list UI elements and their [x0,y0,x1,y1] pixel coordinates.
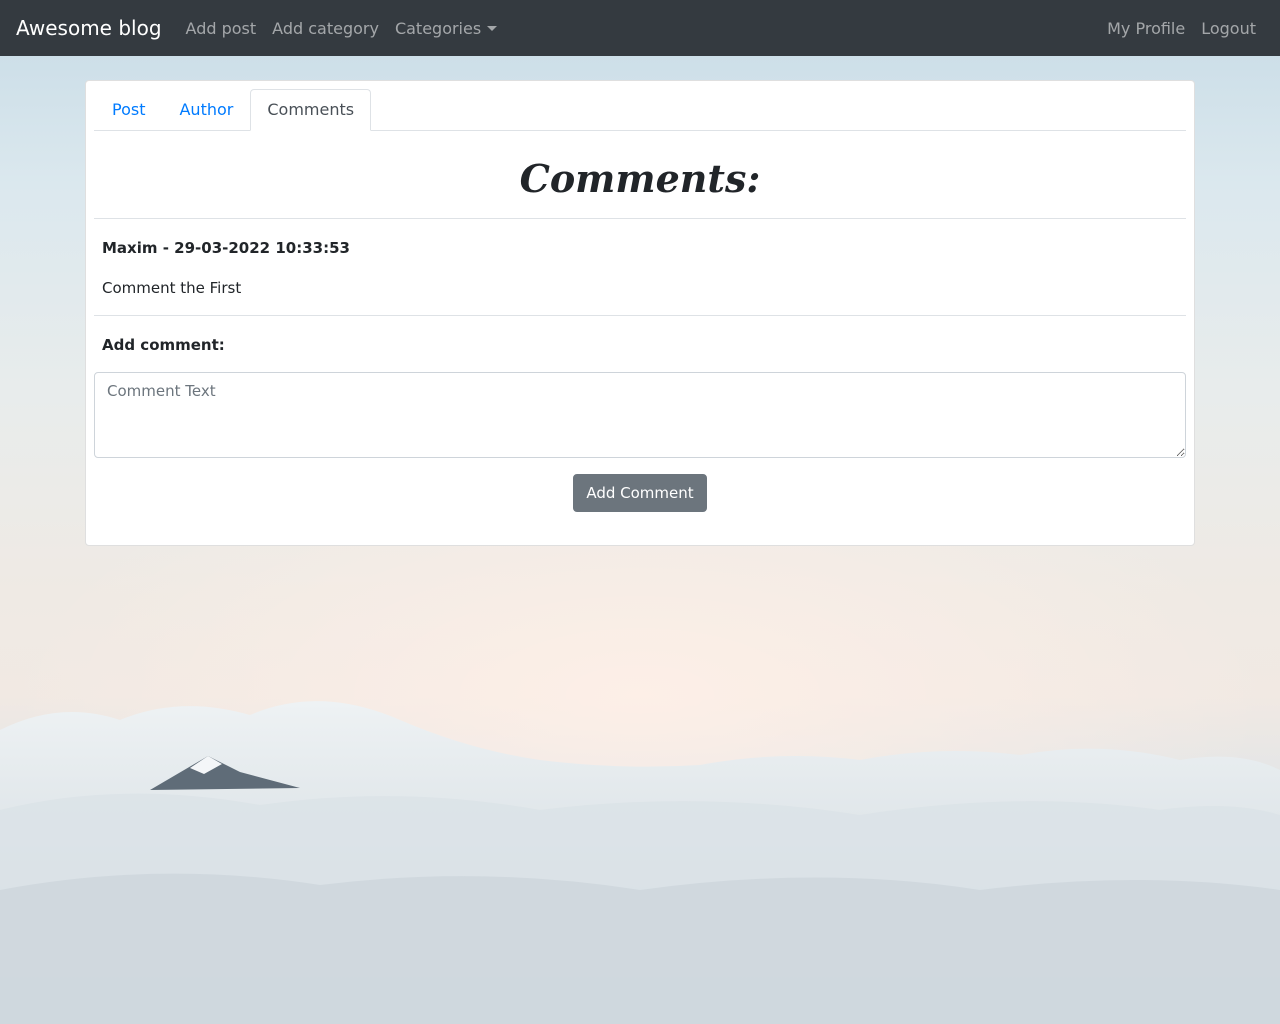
nav-add-category[interactable]: Add category [264,11,387,46]
add-comment-button[interactable]: Add Comment [573,474,707,512]
nav-add-post[interactable]: Add post [178,11,265,46]
background-clouds [0,701,1280,1024]
nav-categories-label: Categories [394,18,482,38]
add-comment-label: Add comment: [102,336,225,354]
tab-author[interactable]: Author [162,89,250,131]
comment-item: Maxim - 29-03-2022 10:33:53 Comment the … [94,219,1186,316]
nav-categories-dropdown[interactable]: Categories [387,11,505,46]
caret-down-icon [487,25,498,31]
comment-text: Comment the First [102,279,242,297]
tab-post[interactable]: Post [95,89,162,131]
button-row: Add Comment [94,474,1186,512]
comment-author-date: Maxim - 29-03-2022 10:33:53 [102,239,350,257]
post-card: Post Author Comments Comments: Maxim - 2… [85,80,1195,546]
comment-text-input[interactable] [94,372,1186,458]
brand-link[interactable]: Awesome blog [16,16,162,40]
comments-heading: Comments: [94,131,1186,219]
nav-my-profile[interactable]: My Profile [1099,11,1193,46]
top-navbar: Awesome blog Add post Add category Categ… [0,0,1280,56]
navbar-right-group: My Profile Logout [1099,11,1264,46]
tab-comments[interactable]: Comments [250,89,372,131]
navbar-left-group: Awesome blog Add post Add category Categ… [16,11,505,46]
nav-logout[interactable]: Logout [1193,11,1264,46]
post-tabs: Post Author Comments [94,89,1186,131]
